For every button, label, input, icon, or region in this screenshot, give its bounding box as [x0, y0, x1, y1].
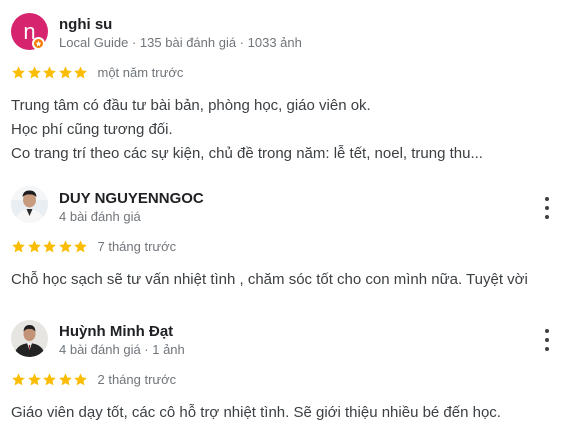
star-icon	[11, 372, 26, 387]
review-date: 2 tháng trước	[97, 371, 177, 387]
review-card: Huỳnh Minh Đạt 4 bài đánh giá · 1 ảnh 2 …	[0, 0, 570, 447]
rating-row: 2 tháng trước	[11, 371, 176, 387]
review-text: Giáo viên dạy tốt, các cô hỗ trợ nhiệt t…	[11, 401, 501, 425]
star-rating	[11, 372, 89, 387]
star-icon	[73, 372, 88, 387]
star-icon	[42, 372, 57, 387]
star-icon	[58, 372, 73, 387]
profile-photo-icon	[11, 320, 48, 357]
reviewer-meta: 4 bài đánh giá · 1 ảnh	[59, 342, 185, 357]
review-text-line: Giáo viên dạy tốt, các cô hỗ trợ nhiệt t…	[11, 404, 501, 421]
more-options-icon[interactable]	[540, 329, 554, 351]
reviewer-name[interactable]: Huỳnh Minh Đạt	[59, 323, 173, 340]
avatar[interactable]	[11, 320, 48, 357]
star-icon	[27, 372, 42, 387]
